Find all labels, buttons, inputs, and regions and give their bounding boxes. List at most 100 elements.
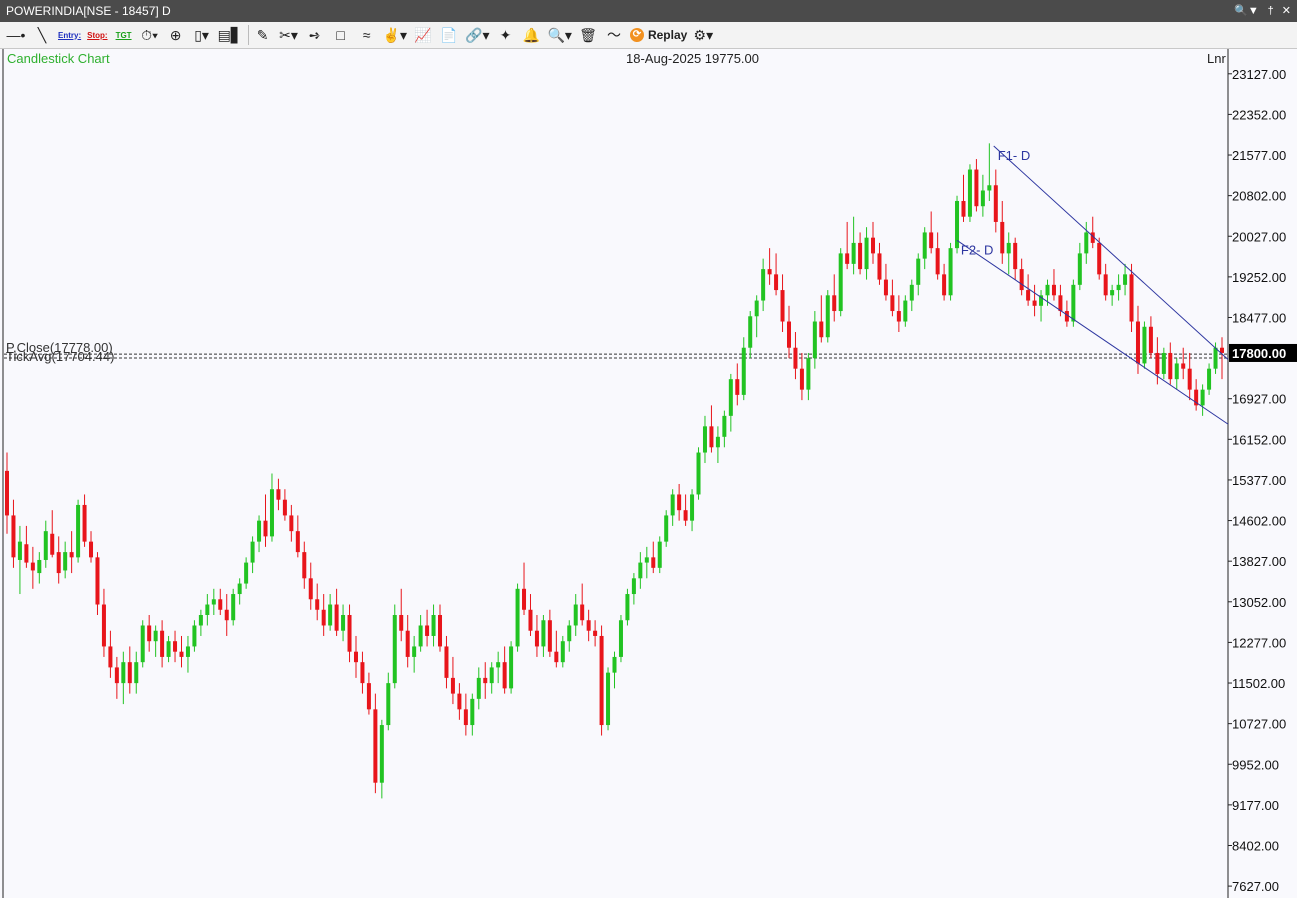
chart-type-label: Candlestick Chart [7, 51, 110, 66]
link-icon[interactable]: 🔗▾ [465, 24, 489, 46]
trendline-label: F1- D [998, 148, 1031, 163]
candle-body [534, 630, 539, 647]
alert-bell-icon[interactable]: 🔔 [522, 24, 542, 46]
y-tick-label: 8402.00 [1232, 838, 1279, 853]
replay-button[interactable]: ⟳ Replay [629, 24, 687, 46]
candle-body [819, 321, 824, 338]
candle-body [56, 552, 61, 574]
close-icon[interactable]: ✕ [1282, 0, 1291, 22]
candle-body [728, 379, 733, 416]
candle-body [948, 248, 953, 296]
candle-body [980, 190, 985, 207]
candle-body [1013, 242, 1018, 270]
y-tick-label: 9952.00 [1232, 757, 1279, 772]
pin-icon[interactable]: † [1267, 0, 1274, 22]
candle-body [612, 656, 617, 673]
trendline-label: F2- D [961, 242, 994, 257]
crosshair-icon[interactable]: ⊕ [166, 24, 186, 46]
candle-body [127, 662, 132, 684]
candle-body [618, 620, 623, 657]
candle-body [1045, 284, 1050, 296]
cursor-icon[interactable]: ➺ [305, 24, 325, 46]
candle-body [69, 552, 74, 558]
chart-area[interactable]: 23127.00 22352.00 21577.00 20802.00 20027.00… [0, 49, 1297, 898]
candle-body [502, 662, 507, 689]
candle-body [1097, 242, 1102, 275]
candle-body [444, 646, 449, 678]
zoom-icon[interactable]: 🔍▾ [548, 24, 572, 46]
candle-body [664, 515, 669, 542]
candle-body [606, 672, 611, 726]
scale-mode-label[interactable]: Lnr [1207, 51, 1226, 66]
crop-icon[interactable]: □ [331, 24, 351, 46]
candle-body [295, 531, 300, 553]
stop-tool-button[interactable]: Stop: [87, 24, 107, 46]
candle-body [722, 415, 727, 437]
candle-body [405, 630, 410, 657]
candle-body [1071, 284, 1076, 322]
candle-body [793, 347, 798, 369]
candle-body [1181, 363, 1186, 369]
candle-body [24, 544, 29, 563]
document-chart-icon[interactable]: 📈 [413, 24, 433, 46]
magic-icon[interactable]: ✦ [496, 24, 516, 46]
trendline-tool-icon[interactable]: ╲ [32, 24, 52, 46]
y-tick-label: 11502.00 [1232, 676, 1285, 691]
candle-body [748, 316, 753, 348]
settings-gear-icon[interactable]: ⚙▾ [693, 24, 714, 46]
y-tick-label: 19252.00 [1232, 270, 1286, 285]
candle-body [1142, 326, 1147, 364]
candle-body [457, 693, 462, 710]
candle-body [599, 635, 604, 726]
hand-drawing-icon[interactable]: ✌▾ [383, 24, 407, 46]
delete-icon[interactable]: 🗑 [578, 24, 598, 46]
candle-body [328, 604, 333, 626]
candle-body [1155, 352, 1160, 374]
candle-body [993, 185, 998, 222]
wave-icon[interactable]: ≈ [357, 24, 377, 46]
candle-body [735, 379, 740, 395]
candle-body [858, 242, 863, 270]
candle-body [573, 604, 578, 626]
candle-body [257, 520, 262, 542]
candle-body [308, 578, 313, 600]
candle-body [1200, 389, 1205, 406]
bar-style-icon[interactable]: ▯▾ [192, 24, 212, 46]
indicator-icon[interactable]: 〜 [604, 24, 624, 46]
candle-body [1103, 274, 1108, 296]
candle-body [1207, 368, 1212, 390]
candle-body [386, 683, 391, 726]
candle-body [877, 253, 882, 280]
candle-body [754, 300, 759, 317]
candle-body [418, 625, 423, 647]
pencil-icon[interactable]: ✎ [253, 24, 273, 46]
candle-body [741, 347, 746, 395]
candle-body [1051, 284, 1056, 296]
last-price-label: 17800.00 [1232, 346, 1286, 361]
candle-body [496, 662, 501, 668]
candle-body [289, 515, 294, 532]
document-list-icon[interactable]: 📄 [439, 24, 459, 46]
candle-body [1174, 363, 1179, 380]
candle-body [353, 651, 358, 663]
candle-body [638, 562, 643, 579]
target-tool-button[interactable]: TGT [114, 24, 134, 46]
candle-body [341, 615, 346, 631]
candle-body [567, 625, 572, 642]
y-tick-label: 20802.00 [1232, 189, 1286, 204]
candle-body [871, 237, 876, 254]
candle-body [780, 290, 785, 322]
candle-body [657, 541, 662, 568]
scissors-icon[interactable]: ✂▾ [279, 24, 299, 46]
horizontal-line-tool-icon[interactable]: —• [6, 24, 26, 46]
search-user-icon[interactable]: 🔍▼ [1234, 0, 1259, 22]
candle-body [1135, 321, 1140, 364]
entry-tool-button[interactable]: Entry: [58, 24, 81, 46]
stopwatch-icon[interactable]: ⏱▾ [140, 24, 160, 46]
candle-body [218, 599, 223, 610]
volume-bars-icon[interactable]: ▤▋ [218, 24, 242, 46]
price-chart[interactable]: 23127.00 22352.00 21577.00 20802.00 20027.00… [0, 49, 1297, 898]
candle-body [806, 358, 811, 390]
candle-body [379, 725, 384, 783]
candle-body [696, 452, 701, 495]
